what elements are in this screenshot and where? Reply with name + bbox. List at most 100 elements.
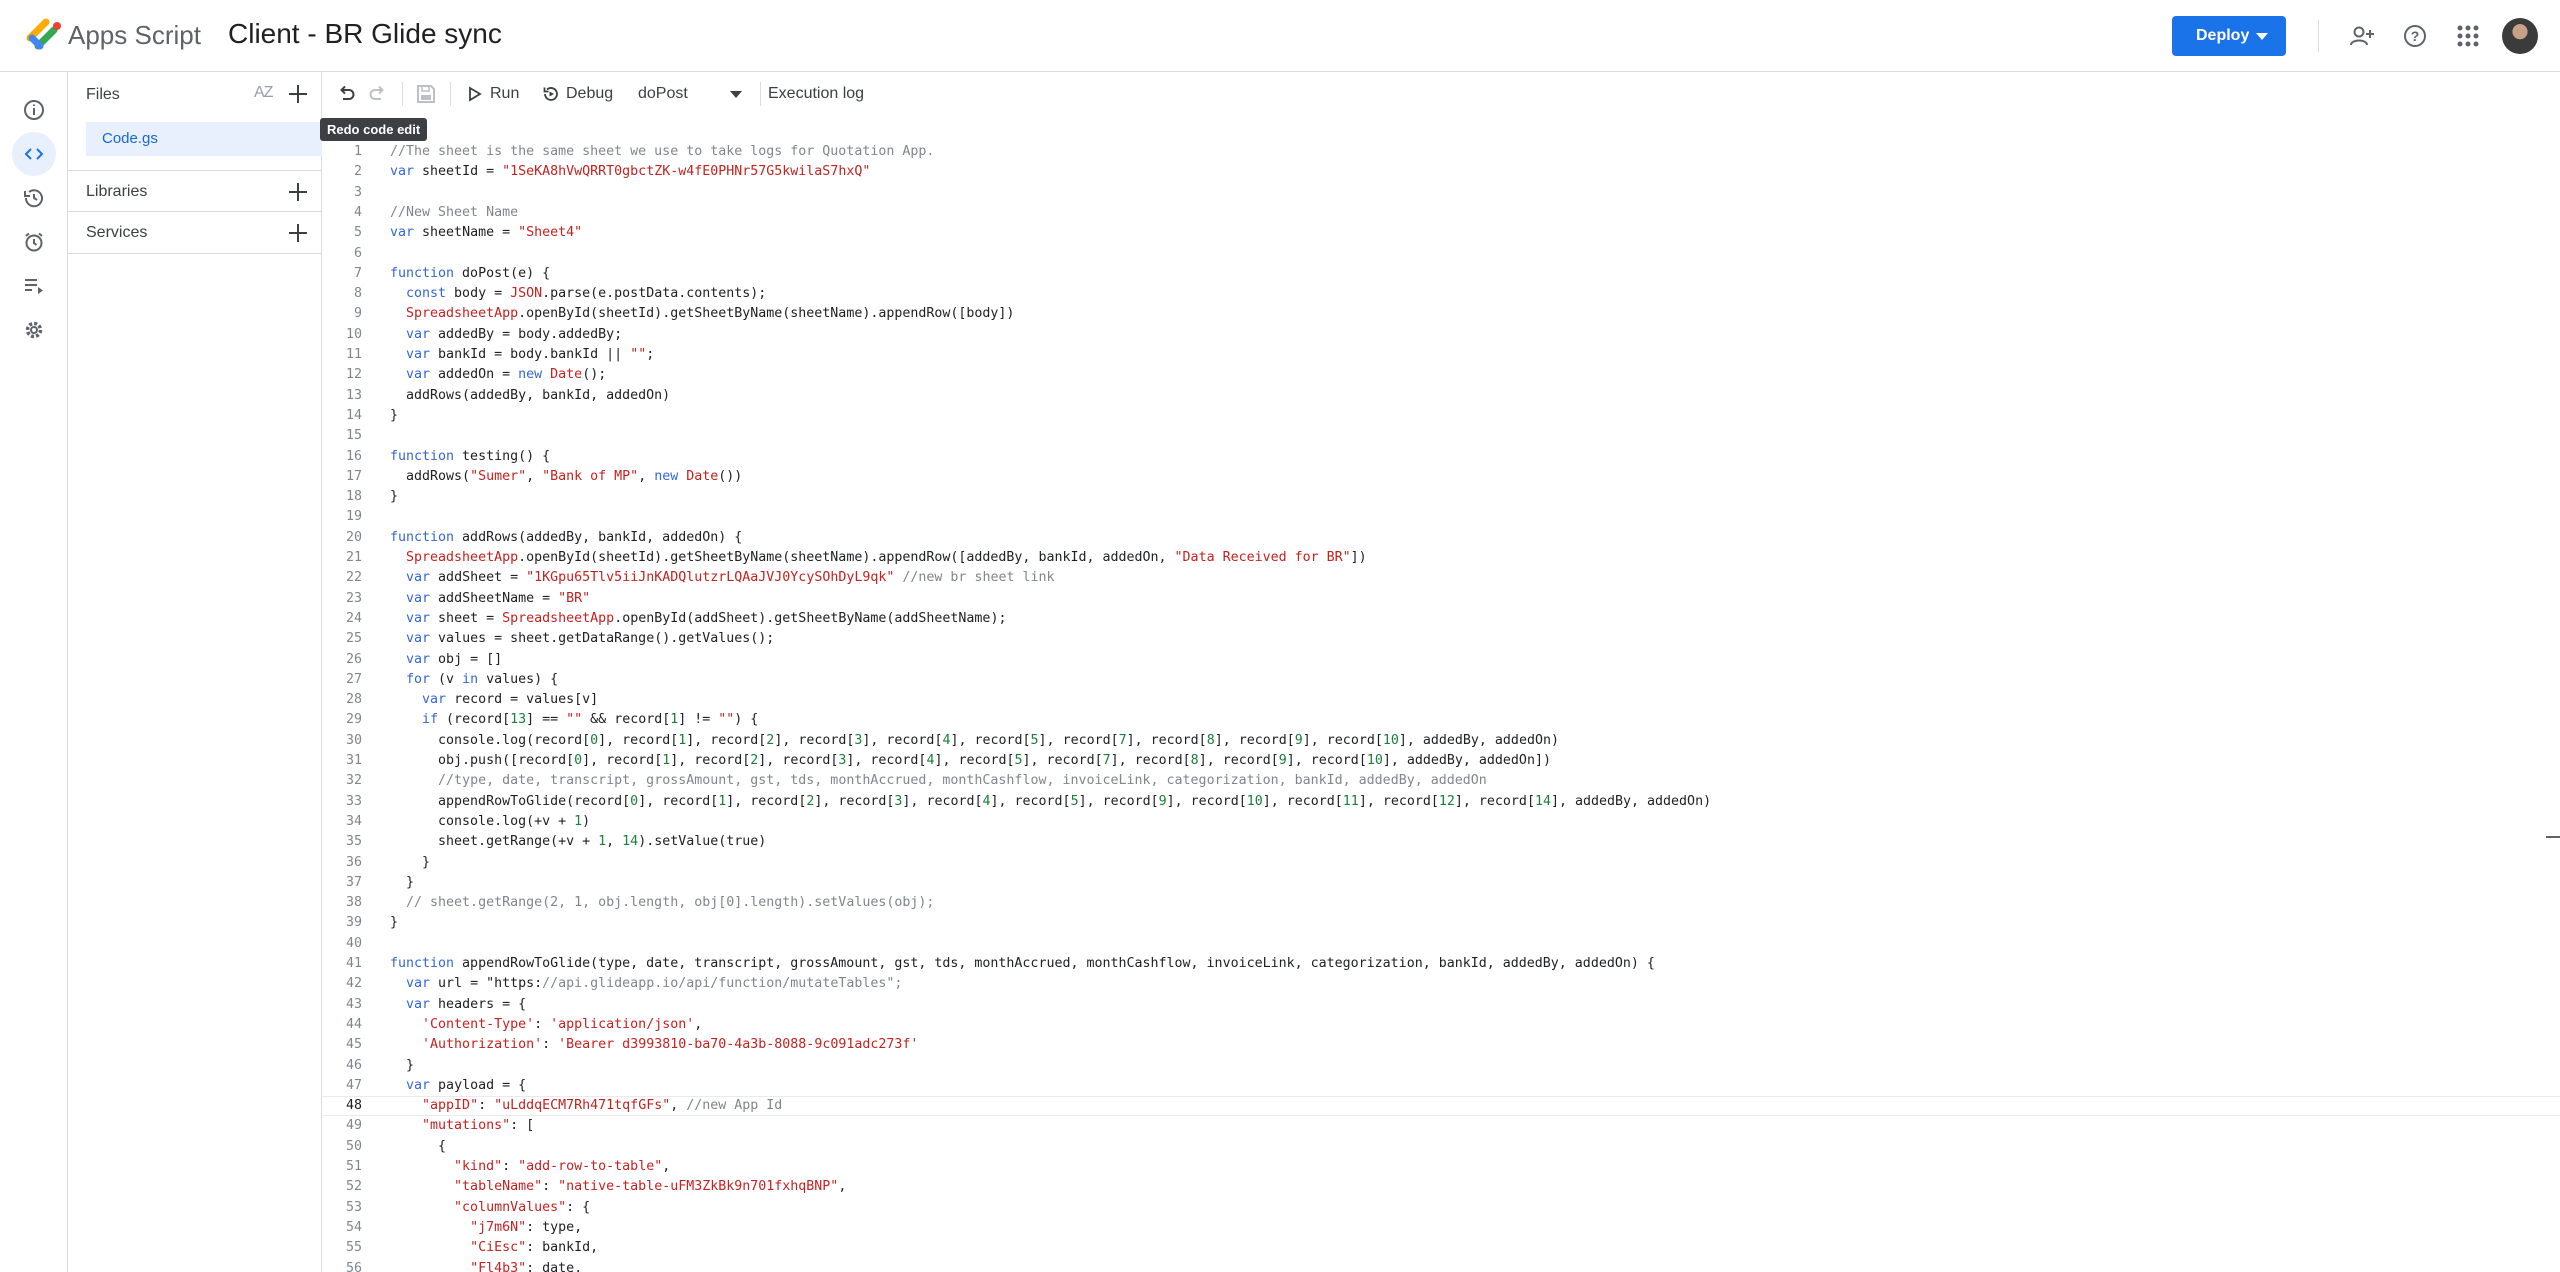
line-number: 32 — [345, 773, 362, 789]
app-name[interactable]: Apps Script — [68, 20, 201, 51]
code-line[interactable]: var headers = { — [390, 997, 526, 1012]
code-line[interactable]: function doPost(e) { — [390, 266, 550, 281]
apps-script-logo-icon[interactable] — [24, 18, 64, 54]
header-divider — [2318, 20, 2319, 52]
services-section[interactable]: Services — [68, 212, 322, 254]
rail-history[interactable] — [12, 176, 56, 220]
code-line[interactable]: function addRows(addedBy, bankId, addedO… — [390, 530, 742, 545]
code-line[interactable]: var obj = [] — [390, 652, 502, 667]
code-line[interactable]: } — [390, 489, 398, 504]
code-line[interactable]: addRows(addedBy, bankId, addedOn) — [390, 388, 670, 403]
execution-log-button[interactable]: Execution log — [768, 85, 864, 103]
code-line[interactable]: var sheetName = "Sheet4" — [390, 225, 582, 240]
line-number: 43 — [345, 996, 362, 1012]
line-number: 34 — [345, 813, 362, 829]
code-line[interactable]: addRows("Sumer", "Bank of MP", new Date(… — [390, 469, 742, 484]
add-service-icon[interactable] — [286, 221, 310, 245]
code-line[interactable]: var values = sheet.getDataRange().getVal… — [390, 631, 774, 646]
rail-settings[interactable] — [12, 308, 56, 352]
rail-overview[interactable] — [12, 88, 56, 132]
code-line[interactable]: } — [390, 915, 398, 930]
code-line[interactable]: var url = "https://api.glideapp.io/api/f… — [390, 976, 902, 991]
code-line[interactable]: "mutations": [ — [390, 1118, 534, 1133]
code-line[interactable]: var addedBy = body.addedBy; — [390, 327, 622, 342]
line-number: 56 — [345, 1260, 362, 1272]
code-line[interactable]: // sheet.getRange(2, 1, obj.length, obj[… — [390, 895, 934, 910]
code-line[interactable]: var payload = { — [390, 1078, 526, 1093]
code-line[interactable]: //type, date, transcript, grossAmount, g… — [390, 773, 1487, 788]
code-line[interactable]: var addedOn = new Date(); — [390, 367, 606, 382]
code-line[interactable]: const body = JSON.parse(e.postData.conte… — [390, 286, 766, 301]
code-line[interactable]: "appID": "uLddqECM7Rh471tqfGFs", //new A… — [390, 1098, 782, 1113]
undo-icon[interactable] — [334, 82, 358, 106]
sort-az-icon[interactable]: AZ — [254, 84, 273, 102]
code-line[interactable]: 'Content-Type': 'application/json', — [390, 1017, 702, 1032]
scrollbar-marker[interactable] — [2546, 836, 2560, 838]
code-editor[interactable]: 1 //The sheet is the same sheet we use to… — [322, 140, 2560, 1272]
code-line[interactable]: "kind": "add-row-to-table", — [390, 1159, 670, 1174]
add-library-icon[interactable] — [286, 180, 310, 204]
line-number: 37 — [345, 874, 362, 890]
code-line[interactable]: appendRowToGlide(record[0], record[1], r… — [390, 794, 1711, 809]
line-number: 49 — [345, 1118, 362, 1134]
code-line[interactable]: //The sheet is the same sheet we use to … — [390, 144, 934, 159]
rail-triggers[interactable] — [12, 220, 56, 264]
deploy-button[interactable]: Deploy — [2172, 16, 2286, 56]
code-line[interactable]: } — [390, 1058, 414, 1073]
code-line[interactable]: "CiEsc": bankId, — [390, 1240, 598, 1255]
debug-button[interactable]: Debug — [542, 72, 622, 116]
libraries-section[interactable]: Libraries — [68, 170, 322, 212]
project-title[interactable]: Client - BR Glide sync — [228, 18, 502, 50]
code-line[interactable]: "Fl4b3": date, — [390, 1261, 582, 1272]
line-number: 35 — [345, 834, 362, 850]
services-label: Services — [86, 224, 148, 241]
code-line[interactable]: obj.push([record[0], record[1], record[2… — [390, 753, 1551, 768]
line-number: 45 — [345, 1037, 362, 1053]
code-line[interactable]: } — [390, 875, 414, 890]
toolbar-divider — [402, 82, 403, 106]
run-button[interactable]: Run — [468, 72, 532, 116]
code-line[interactable]: var sheetId = "1SeKA8hVwQRRT0gbctZK-w4fE… — [390, 164, 870, 179]
libraries-label: Libraries — [86, 183, 148, 200]
code-line[interactable]: var addSheet = "1KGpu65Tlv5iiJnKADQlutzr… — [390, 570, 1054, 585]
code-line[interactable]: } — [390, 408, 398, 423]
code-line[interactable]: function appendRowToGlide(type, date, tr… — [390, 956, 1655, 971]
line-number: 4 — [353, 204, 362, 220]
code-line[interactable]: function testing() { — [390, 449, 550, 464]
code-line[interactable]: { — [390, 1139, 446, 1154]
code-line[interactable]: var record = values[v] — [390, 692, 598, 707]
code-line[interactable]: console.log(record[0], record[1], record… — [390, 733, 1559, 748]
line-number: 16 — [345, 448, 362, 464]
code-line[interactable]: "j7m6N": type, — [390, 1220, 582, 1235]
app-header: Apps Script Client - BR Glide sync Deplo… — [0, 0, 2560, 72]
editor-toolbar: Run Debug doPost Execution log — [322, 72, 2560, 116]
code-line[interactable]: SpreadsheetApp.openById(sheetId).getShee… — [390, 550, 1367, 565]
code-line[interactable]: if (record[13] == "" && record[1] != "")… — [390, 712, 758, 727]
code-line[interactable]: SpreadsheetApp.openById(sheetId).getShee… — [390, 306, 1014, 321]
code-line[interactable]: console.log(+v + 1) — [390, 814, 590, 829]
help-icon[interactable]: ? — [2401, 22, 2429, 50]
code-line[interactable]: var sheet = SpreadsheetApp.openById(addS… — [390, 611, 1006, 626]
code-line[interactable]: var addSheetName = "BR" — [390, 591, 590, 606]
code-line[interactable]: } — [390, 855, 430, 870]
code-line[interactable]: "tableName": "native-table-uFM3ZkBk9n701… — [390, 1179, 846, 1194]
line-number: 12 — [345, 367, 362, 383]
line-number: 44 — [345, 1016, 362, 1032]
apps-grid-icon[interactable] — [2454, 22, 2482, 50]
code-line[interactable]: "columnValues": { — [390, 1200, 590, 1215]
function-select[interactable]: doPost — [634, 72, 760, 116]
rail-executions[interactable] — [12, 264, 56, 308]
save-icon[interactable] — [414, 82, 438, 106]
file-item-code-gs[interactable]: Code.gs — [86, 122, 322, 156]
redo-icon[interactable] — [366, 82, 390, 106]
code-line[interactable]: //New Sheet Name — [390, 205, 518, 220]
avatar[interactable] — [2502, 18, 2538, 54]
share-icon[interactable] — [2348, 22, 2376, 50]
rail-editor[interactable] — [12, 132, 56, 176]
code-line[interactable]: 'Authorization': 'Bearer d3993810-ba70-4… — [390, 1037, 918, 1052]
add-file-icon[interactable] — [286, 82, 310, 106]
code-line[interactable]: var bankId = body.bankId || ""; — [390, 347, 654, 362]
code-line[interactable]: for (v in values) { — [390, 672, 558, 687]
code-line[interactable]: sheet.getRange(+v + 1, 14).setValue(true… — [390, 834, 766, 849]
line-number: 40 — [345, 935, 362, 951]
